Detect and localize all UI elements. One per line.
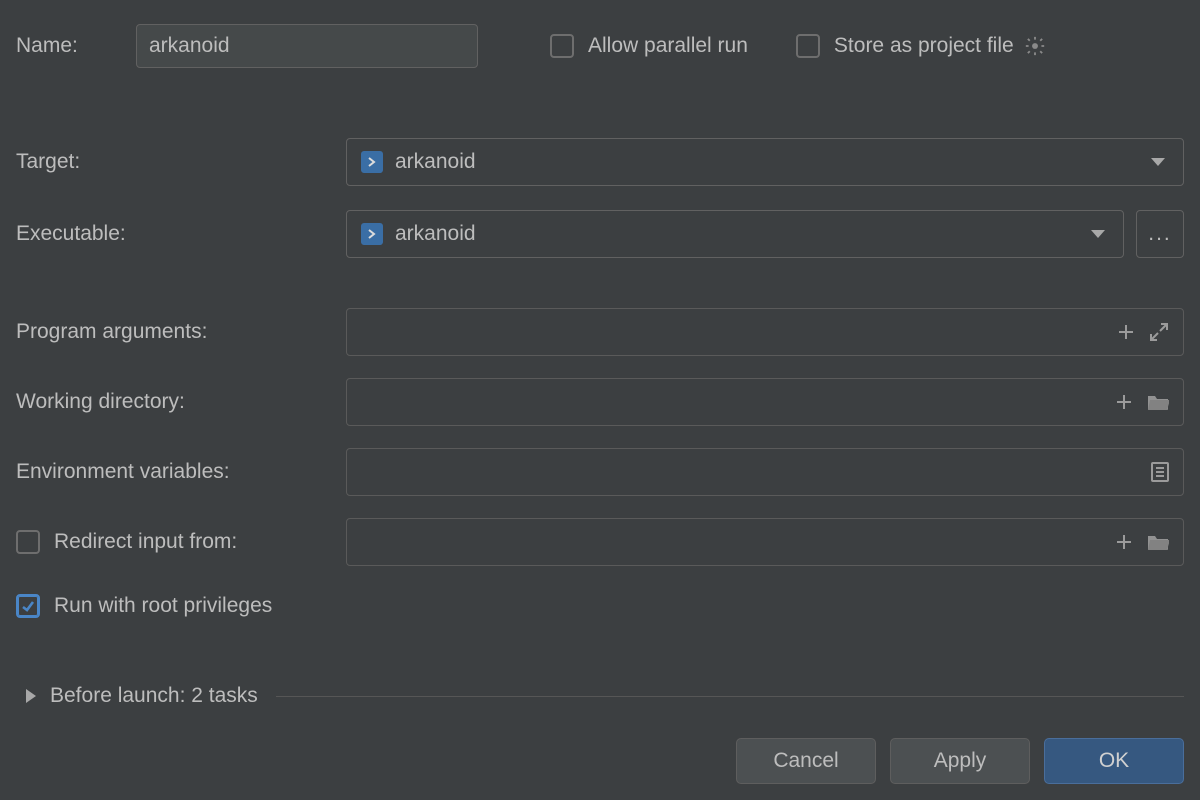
- target-select[interactable]: arkanoid: [346, 138, 1184, 186]
- apply-button[interactable]: Apply: [890, 738, 1030, 784]
- ok-button[interactable]: OK: [1044, 738, 1184, 784]
- ok-button-label: OK: [1099, 749, 1129, 773]
- name-label: Name:: [16, 34, 136, 58]
- plus-icon[interactable]: [1117, 323, 1135, 341]
- working-dir-input[interactable]: [346, 378, 1184, 426]
- program-args-label: Program arguments:: [16, 320, 346, 344]
- gear-icon[interactable]: [1024, 35, 1046, 57]
- env-vars-input[interactable]: [346, 448, 1184, 496]
- redirect-label: Redirect input from:: [54, 530, 237, 554]
- plus-icon[interactable]: [1115, 393, 1133, 411]
- chevron-down-icon: [1151, 158, 1165, 166]
- triangle-right-icon: [26, 689, 36, 703]
- divider: [276, 696, 1184, 697]
- before-launch-title: Before launch: 2 tasks: [50, 684, 258, 708]
- allow-parallel-checkbox[interactable]: Allow parallel run: [550, 34, 748, 58]
- checkbox-icon: [550, 34, 574, 58]
- store-as-file-label: Store as project file: [834, 34, 1014, 58]
- target-value: arkanoid: [395, 150, 476, 174]
- redirect-input[interactable]: [346, 518, 1184, 566]
- cancel-button-label: Cancel: [773, 749, 838, 773]
- root-privileges-label: Run with root privileges: [54, 594, 272, 618]
- store-as-file-checkbox[interactable]: Store as project file: [796, 34, 1014, 58]
- executable-select[interactable]: arkanoid: [346, 210, 1124, 258]
- chevron-down-icon: [1091, 230, 1105, 238]
- allow-parallel-label: Allow parallel run: [588, 34, 748, 58]
- executable-value: arkanoid: [395, 222, 476, 246]
- target-label: Target:: [16, 150, 346, 174]
- ellipsis-icon: ...: [1148, 222, 1172, 246]
- list-icon[interactable]: [1151, 462, 1169, 482]
- root-privileges-checkbox[interactable]: [16, 594, 40, 618]
- name-input[interactable]: arkanoid: [136, 24, 478, 68]
- executable-icon: [361, 223, 383, 245]
- browse-executable-button[interactable]: ...: [1136, 210, 1184, 258]
- folder-icon[interactable]: [1147, 533, 1169, 551]
- checkbox-icon: [796, 34, 820, 58]
- cancel-button[interactable]: Cancel: [736, 738, 876, 784]
- program-args-input[interactable]: [346, 308, 1184, 356]
- before-launch-section[interactable]: Before launch: 2 tasks: [16, 684, 1184, 708]
- redirect-checkbox[interactable]: [16, 530, 40, 554]
- folder-icon[interactable]: [1147, 393, 1169, 411]
- env-vars-label: Environment variables:: [16, 460, 346, 484]
- plus-icon[interactable]: [1115, 533, 1133, 551]
- expand-icon[interactable]: [1149, 322, 1169, 342]
- executable-icon: [361, 151, 383, 173]
- apply-button-label: Apply: [934, 749, 987, 773]
- executable-label: Executable:: [16, 222, 346, 246]
- name-input-value: arkanoid: [149, 34, 230, 58]
- working-dir-label: Working directory:: [16, 390, 346, 414]
